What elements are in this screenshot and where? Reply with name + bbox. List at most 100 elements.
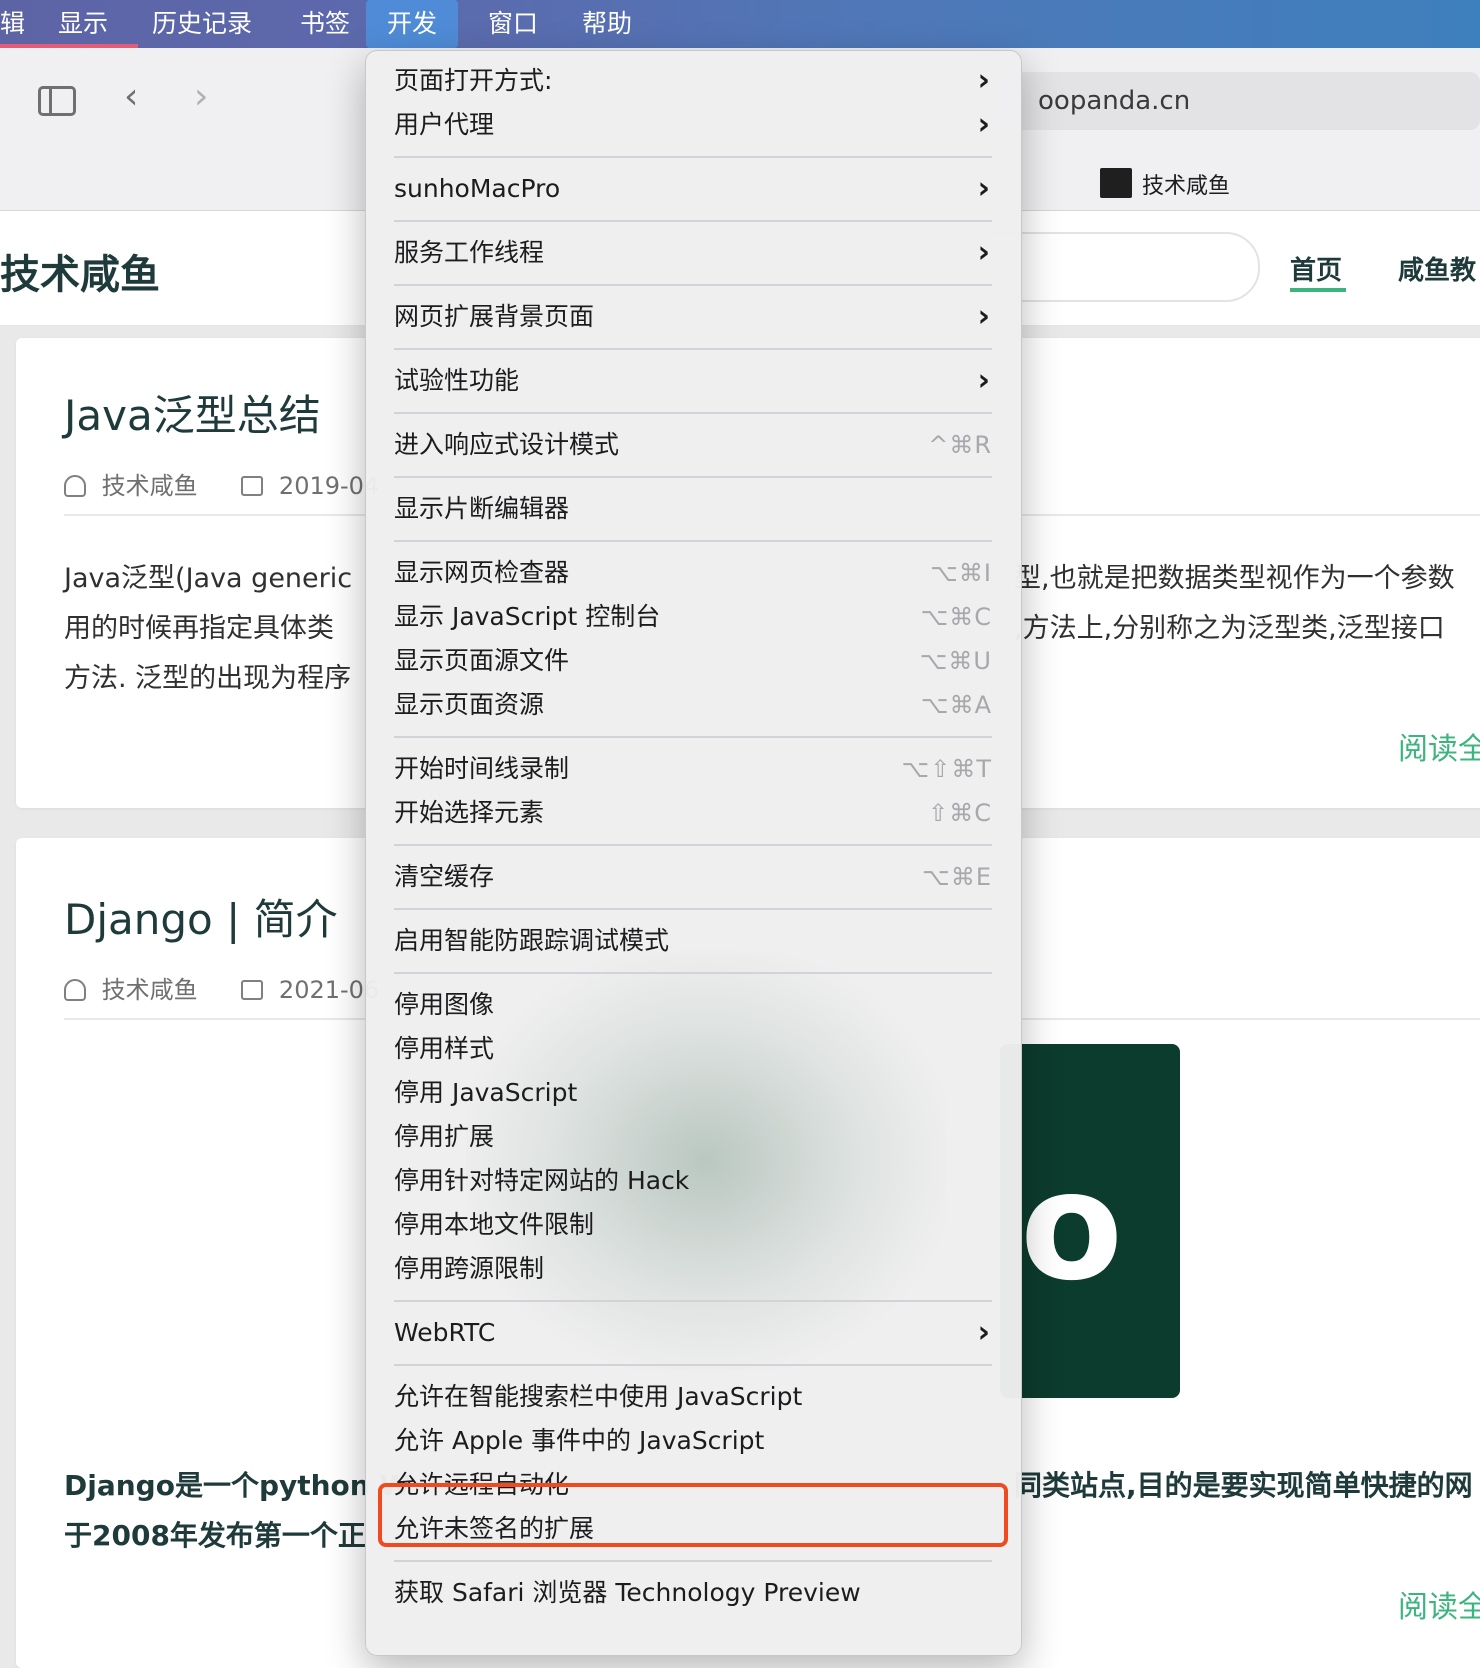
article-author[interactable]: 技术咸鱼: [102, 976, 198, 1004]
menu-item-label: 启用智能防跟踪调试模式: [394, 926, 670, 955]
article-excerpt-line: 用的时候再指定具体类: [64, 613, 334, 644]
menu-item[interactable]: 获取 Safari 浏览器 Technology Preview: [394, 1571, 992, 1615]
menu-item[interactable]: 启用智能防跟踪调试模式: [394, 919, 992, 963]
article-meta: 技术咸鱼 2021-06: [64, 970, 379, 1005]
menu-item[interactable]: 清空缓存 ⌥⌘E: [394, 855, 992, 899]
menu-item-label: 显示网页检查器: [394, 558, 570, 587]
menu-separator: [394, 412, 992, 414]
menu-item-label: 停用样式: [394, 1034, 495, 1063]
menu-item-shortcut: ⌥⇧⌘T: [901, 755, 992, 783]
menu-item[interactable]: 允许 Apple 事件中的 JavaScript: [394, 1419, 992, 1463]
menu-item-label: 清空缓存: [394, 862, 495, 891]
menu-item[interactable]: 进入响应式设计模式 ^⌘R: [394, 423, 992, 467]
django-logo-letter: o: [1020, 1140, 1124, 1314]
django-logo-image: o: [1000, 1044, 1180, 1398]
menu-item[interactable]: 试验性功能 ›: [394, 359, 992, 403]
site-title[interactable]: 技术咸鱼: [0, 242, 160, 300]
menu-item[interactable]: 显示页面源文件 ⌥⌘U: [394, 639, 992, 683]
read-more-link[interactable]: 阅读全: [1398, 724, 1480, 768]
menubar-item-edit[interactable]: 辑: [0, 8, 39, 40]
chevron-right-icon: ›: [977, 107, 990, 142]
menu-item-shortcut: ⌥⌘C: [920, 603, 992, 631]
menubar-item-bookmarks[interactable]: 书签: [286, 8, 364, 40]
menu-item-label: 显示页面源文件: [394, 646, 570, 675]
chevron-right-icon: ›: [977, 63, 990, 98]
article-excerpt-line: 型,也就是把数据类型视作为一个参数: [1014, 563, 1455, 594]
article-title[interactable]: Java泛型总结: [64, 382, 321, 443]
menu-item[interactable]: 服务工作线程 ›: [394, 231, 992, 275]
menu-item[interactable]: 显示网页检查器 ⌥⌘I: [394, 551, 992, 595]
menu-item[interactable]: 页面打开方式: ›: [394, 59, 992, 103]
back-arrow-icon[interactable]: ‹: [124, 76, 138, 117]
address-bar-url[interactable]: oopanda.cn: [1038, 86, 1190, 116]
nav-home-link[interactable]: 首页: [1290, 250, 1342, 287]
menu-item[interactable]: 用户代理 ›: [394, 103, 992, 147]
menu-item-shortcut: ^⌘R: [928, 431, 992, 459]
article-excerpt-line: Java泛型(Java generic: [64, 563, 353, 594]
menu-item[interactable]: WebRTC ›: [394, 1311, 992, 1355]
menu-separator: [394, 908, 992, 910]
menu-separator: [394, 844, 992, 846]
menu-separator: [394, 1300, 992, 1302]
menu-separator: [394, 156, 992, 158]
menu-item[interactable]: 停用扩展: [394, 1115, 992, 1159]
forward-arrow-icon[interactable]: ›: [194, 76, 208, 117]
menubar-item-window[interactable]: 窗口: [474, 8, 552, 40]
menubar-item-develop[interactable]: 开发: [366, 0, 458, 48]
menubar-item-help[interactable]: 帮助: [568, 8, 646, 40]
menu-item-label: 停用图像: [394, 990, 495, 1019]
highlight-annotation-box: [378, 1483, 1008, 1547]
menu-item-label: WebRTC: [394, 1318, 496, 1347]
menu-separator: [394, 284, 992, 286]
menu-item[interactable]: 允许在智能搜索栏中使用 JavaScript: [394, 1375, 992, 1419]
sidebar-toggle-icon[interactable]: [38, 86, 76, 116]
menu-item[interactable]: 停用图像: [394, 983, 992, 1027]
menu-item-shortcut: ⇧⌘C: [928, 799, 992, 827]
menu-item[interactable]: 停用针对特定网站的 Hack: [394, 1159, 992, 1203]
menu-item-label: 停用本地文件限制: [394, 1210, 595, 1239]
menu-item[interactable]: 停用跨源限制: [394, 1247, 992, 1291]
menu-separator: [394, 1364, 992, 1366]
menu-item[interactable]: 停用样式: [394, 1027, 992, 1071]
menu-item-label: 停用针对特定网站的 Hack: [394, 1166, 690, 1195]
menu-item-label: 页面打开方式:: [394, 66, 553, 95]
chevron-right-icon: ›: [977, 235, 990, 270]
menu-item-label: 允许 Apple 事件中的 JavaScript: [394, 1426, 765, 1455]
menu-item-label: sunhoMacPro: [394, 174, 561, 203]
menu-item-label: 停用跨源限制: [394, 1254, 545, 1283]
menu-item-shortcut: ⌥⌘U: [919, 647, 992, 675]
chevron-right-icon: ›: [977, 363, 990, 398]
menu-item-shortcut: ⌥⌘E: [922, 863, 992, 891]
article-author[interactable]: 技术咸鱼: [102, 472, 198, 500]
menu-item-label: 试验性功能: [394, 366, 520, 395]
menu-separator: [394, 1560, 992, 1562]
menubar-item-history[interactable]: 历史记录: [138, 8, 266, 40]
menu-item[interactable]: 显示片断编辑器: [394, 487, 992, 531]
menu-item[interactable]: 显示页面资源 ⌥⌘A: [394, 683, 992, 727]
favorite-site-label[interactable]: 技术咸鱼: [1142, 168, 1230, 200]
menu-item-label: 显示片断编辑器: [394, 494, 570, 523]
menu-item[interactable]: 显示 JavaScript 控制台 ⌥⌘C: [394, 595, 992, 639]
menu-separator: [394, 540, 992, 542]
menu-item[interactable]: 开始选择元素 ⇧⌘C: [394, 791, 992, 835]
favorite-site-icon: [1100, 168, 1132, 198]
menubar: 辑 显示 历史记录 书签 开发 窗口 帮助: [0, 0, 1480, 48]
menu-item[interactable]: 停用本地文件限制: [394, 1203, 992, 1247]
calendar-icon: [241, 980, 264, 1000]
menu-separator: [394, 736, 992, 738]
menu-item[interactable]: sunhoMacPro ›: [394, 167, 992, 211]
user-icon: [64, 979, 86, 1001]
menu-item[interactable]: 网页扩展背景页面 ›: [394, 295, 992, 339]
article-title[interactable]: Django | 简介: [64, 886, 338, 947]
article-excerpt-line: 方法. 泛型的出现为程序: [64, 663, 352, 694]
menu-item-label: 获取 Safari 浏览器 Technology Preview: [394, 1578, 861, 1607]
menu-item[interactable]: 开始时间线录制 ⌥⇧⌘T: [394, 747, 992, 791]
read-more-link[interactable]: 阅读全: [1398, 1582, 1480, 1626]
menubar-item-view[interactable]: 显示: [44, 8, 122, 40]
menu-item[interactable]: 停用 JavaScript: [394, 1071, 992, 1115]
menu-item-label: 网页扩展背景页面: [394, 302, 595, 331]
menu-item-label: 显示页面资源: [394, 690, 545, 719]
menu-item-label: 停用扩展: [394, 1122, 495, 1151]
menu-item-label: 用户代理: [394, 110, 495, 139]
nav-tutorial-link[interactable]: 咸鱼教: [1398, 250, 1476, 287]
